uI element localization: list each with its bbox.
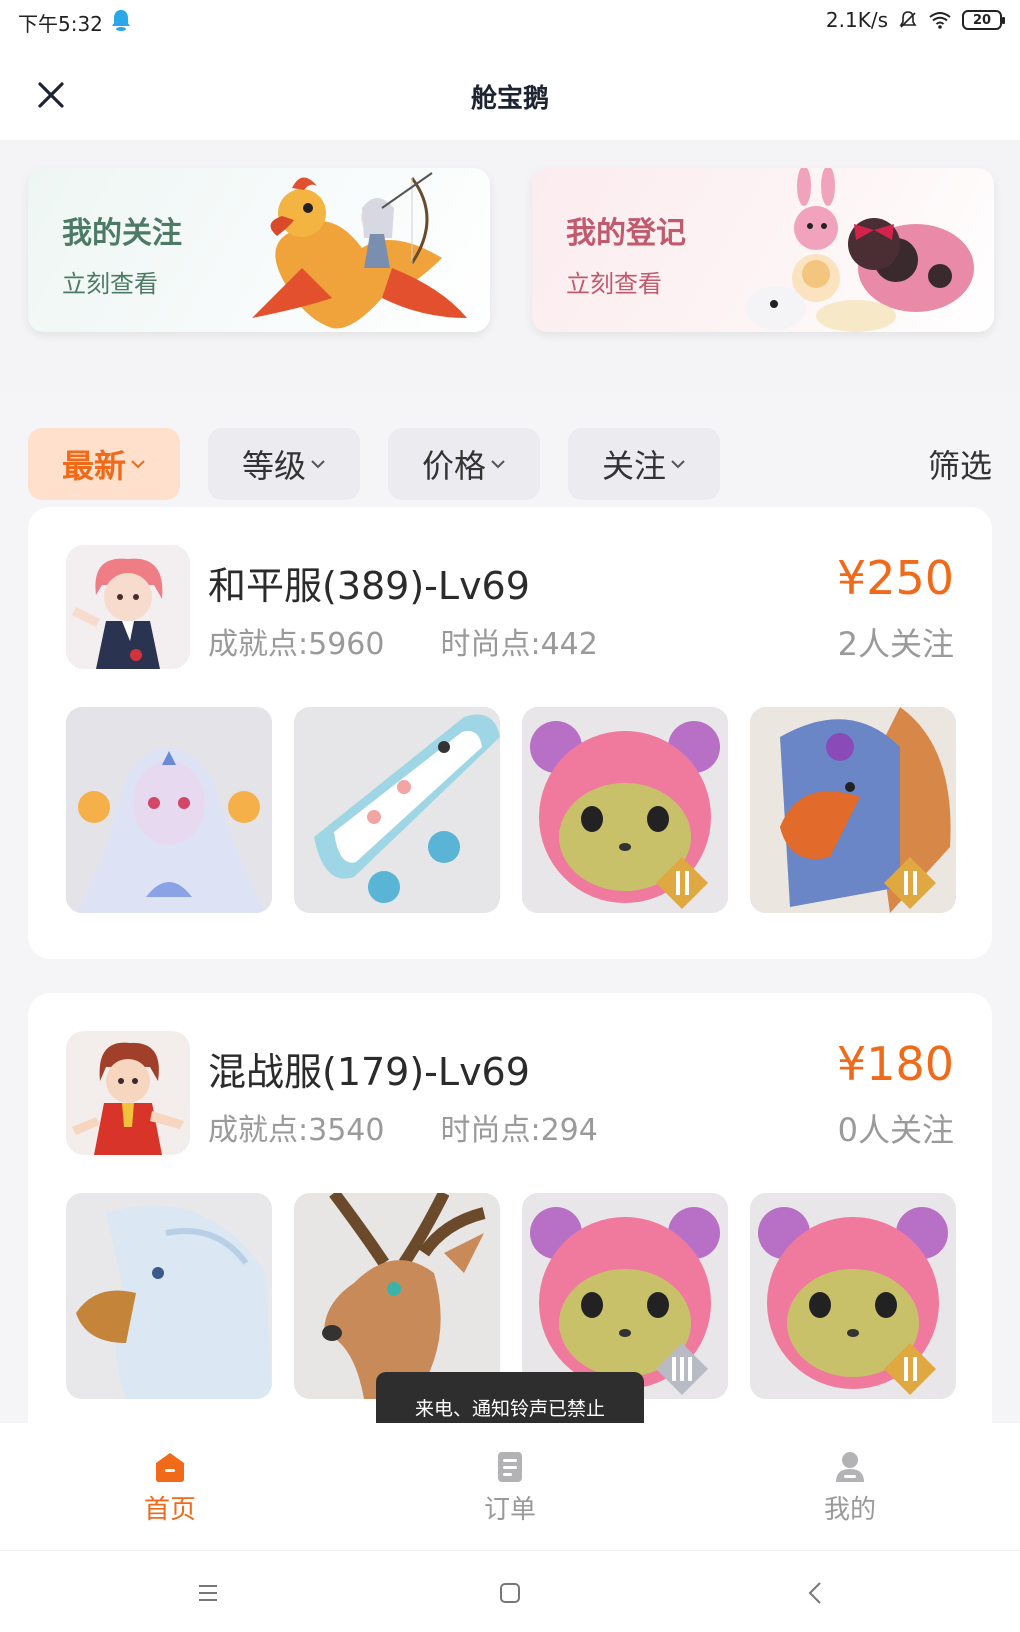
follow-count: 2人关注 bbox=[837, 625, 954, 663]
fashion-points: 时尚点:294 bbox=[440, 1113, 598, 1148]
my-registrations-card[interactable]: 我的登记 立刻查看 bbox=[532, 168, 994, 332]
server-level: 和平服(389)-Lv69 bbox=[208, 564, 530, 608]
back-icon[interactable] bbox=[798, 1575, 834, 1611]
battery-icon: 20 bbox=[962, 10, 1005, 30]
my-follows-card[interactable]: 我的关注 立刻查看 bbox=[28, 168, 490, 332]
character-avatar bbox=[66, 1031, 190, 1155]
bottom-tab-bar: 首页 订单 我的 bbox=[0, 1423, 1020, 1550]
sort-follow-chip[interactable]: 关注 bbox=[568, 428, 720, 500]
chevron-down-icon bbox=[491, 460, 505, 469]
fashion-points: 时尚点:442 bbox=[440, 627, 598, 662]
home-square-icon[interactable] bbox=[492, 1575, 528, 1611]
listing-stats: 成就点:5960 时尚点:442 bbox=[208, 619, 598, 663]
listing-stats: 成就点:3540 时尚点:294 bbox=[208, 1105, 598, 1149]
tab-mine[interactable]: 我的 bbox=[780, 1449, 920, 1526]
sort-level-chip[interactable]: 等级 bbox=[208, 428, 360, 500]
sort-latest-chip[interactable]: 最新 bbox=[28, 428, 180, 500]
tab-mine-label: 我的 bbox=[823, 1495, 876, 1525]
item-thumbnail bbox=[66, 707, 272, 913]
character-avatar bbox=[66, 545, 190, 669]
tab-orders-label: 订单 bbox=[483, 1495, 536, 1525]
chevron-down-icon bbox=[671, 460, 685, 469]
my-registrations-title: 我的登记 bbox=[566, 216, 686, 251]
system-navigation-bar bbox=[0, 1550, 1020, 1632]
profile-icon bbox=[836, 1452, 864, 1482]
item-thumbnail bbox=[750, 707, 956, 913]
chevron-down-icon bbox=[311, 460, 325, 469]
my-follows-title: 我的关注 bbox=[62, 216, 182, 251]
status-bar: 下午5:32 2.1K/s 20 bbox=[0, 0, 1020, 48]
mute-icon bbox=[899, 11, 917, 28]
my-follows-subtitle: 立刻查看 bbox=[62, 270, 158, 298]
pets-illustration bbox=[746, 168, 974, 332]
item-thumbnail bbox=[522, 1193, 728, 1399]
achievement-points: 成就点:5960 bbox=[208, 627, 385, 662]
network-speed: 2.1K/s bbox=[825, 8, 888, 32]
account-listing-card[interactable]: 混战服(179)-Lv69 成就点:3540 时尚点:294 ¥180 0人关注 bbox=[28, 993, 992, 1423]
title-bar: 舱宝鹅 bbox=[0, 48, 1020, 140]
item-thumbnails bbox=[66, 1193, 956, 1399]
item-thumbnails bbox=[66, 707, 956, 913]
account-listing-card[interactable]: 和平服(389)-Lv69 成就点:5960 时尚点:442 ¥250 2人关注 bbox=[28, 507, 992, 959]
item-thumbnail bbox=[294, 707, 500, 913]
chevron-down-icon bbox=[131, 460, 145, 469]
wifi-icon bbox=[929, 12, 951, 29]
server-level: 混战服(179)-Lv69 bbox=[208, 1050, 530, 1094]
qq-notification-icon bbox=[112, 10, 130, 31]
item-thumbnail bbox=[294, 1193, 500, 1399]
my-registrations-subtitle: 立刻查看 bbox=[566, 270, 662, 298]
status-indicators: 2.1K/s 20 bbox=[825, 8, 1005, 32]
item-thumbnail bbox=[522, 707, 728, 913]
filter-bar: 最新 等级 价格 关注 筛选 bbox=[0, 393, 1020, 505]
phoenix-rider-illustration bbox=[252, 172, 467, 329]
listing-price: ¥250 bbox=[836, 551, 954, 605]
menu-icon[interactable] bbox=[190, 1575, 226, 1611]
sort-price-chip[interactable]: 价格 bbox=[388, 428, 540, 500]
listing-price: ¥180 bbox=[836, 1037, 954, 1091]
shortcut-area: 我的关注 立刻查看 我的登记 立刻查看 bbox=[0, 140, 1020, 393]
home-icon bbox=[156, 1453, 184, 1482]
sort-level-label: 等级 bbox=[241, 447, 306, 485]
filter-button[interactable]: 筛选 bbox=[928, 441, 992, 487]
tab-home-label: 首页 bbox=[143, 1495, 196, 1525]
item-thumbnail bbox=[66, 1193, 272, 1399]
tab-home[interactable]: 首页 bbox=[100, 1449, 240, 1526]
sort-latest-label: 最新 bbox=[61, 447, 126, 485]
achievement-points: 成就点:3540 bbox=[208, 1113, 385, 1148]
status-time: 下午5:32 bbox=[18, 12, 103, 36]
page-title: 舱宝鹅 bbox=[470, 84, 549, 114]
item-thumbnail bbox=[750, 1193, 956, 1399]
order-icon bbox=[498, 1452, 522, 1482]
sort-follow-label: 关注 bbox=[601, 447, 666, 485]
tab-orders[interactable]: 订单 bbox=[440, 1449, 580, 1526]
sort-price-label: 价格 bbox=[421, 447, 486, 485]
follow-count: 0人关注 bbox=[837, 1111, 954, 1149]
